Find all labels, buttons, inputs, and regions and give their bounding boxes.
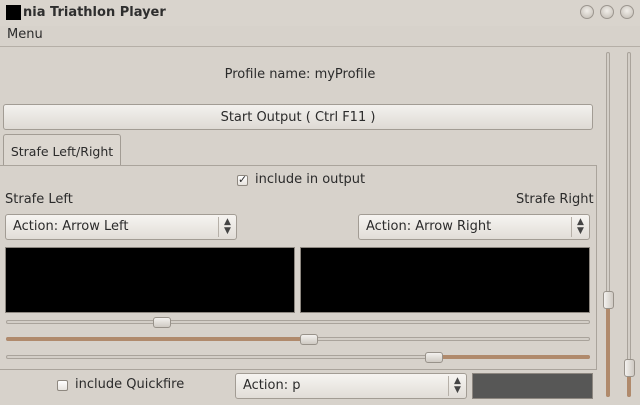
threshold-slider-2[interactable] [6,334,590,345]
left-signal-display [5,247,295,313]
slider-handle[interactable] [603,291,614,309]
tab-strafe-left-right[interactable]: Strafe Left/Right [3,134,121,166]
updown-arrow-icon: ▲ ▼ [218,217,236,237]
profile-name-label: Profile name: myProfile [224,67,376,82]
close-icon[interactable] [620,5,634,19]
strafe-left-label: Strafe Left [5,192,73,207]
minimize-icon[interactable] [580,5,594,19]
app-icon [6,5,21,20]
vertical-slider-right[interactable] [624,52,635,397]
updown-arrow-icon: ▲ ▼ [448,376,466,396]
right-action-select[interactable]: Action: Arrow Right ▲ ▼ [358,214,590,240]
right-action-value: Action: Arrow Right [366,219,492,234]
strafe-right-label: Strafe Right [516,192,594,207]
slider-handle[interactable] [425,352,443,363]
updown-arrow-icon: ▲ ▼ [571,217,589,237]
include-quickfire-label: include Quickfire [75,377,185,392]
start-output-button[interactable]: Start Output ( Ctrl F11 ) [3,104,593,130]
menu-item-menu[interactable]: Menu [7,27,43,42]
include-in-output-label: include in output [255,172,366,187]
left-action-select[interactable]: Action: Arrow Left ▲ ▼ [5,214,237,240]
quickfire-action-select[interactable]: Action: p ▲ ▼ [235,373,467,399]
slider-handle[interactable] [624,359,635,377]
menu-separator [0,46,640,47]
threshold-slider-1[interactable] [6,317,590,328]
window-title: nia Triathlon Player [23,5,166,20]
quickfire-action-value: Action: p [243,378,301,393]
slider-handle[interactable] [153,317,171,328]
include-quickfire-checkbox[interactable] [57,380,68,391]
vertical-slider-left[interactable] [603,52,614,397]
maximize-icon[interactable] [600,5,614,19]
include-in-output-checkbox[interactable] [237,173,248,186]
quickfire-level-swatch [472,373,593,399]
left-action-value: Action: Arrow Left [13,219,129,234]
right-signal-display [300,247,590,313]
slider-handle[interactable] [300,334,318,345]
threshold-slider-3[interactable] [6,352,590,363]
